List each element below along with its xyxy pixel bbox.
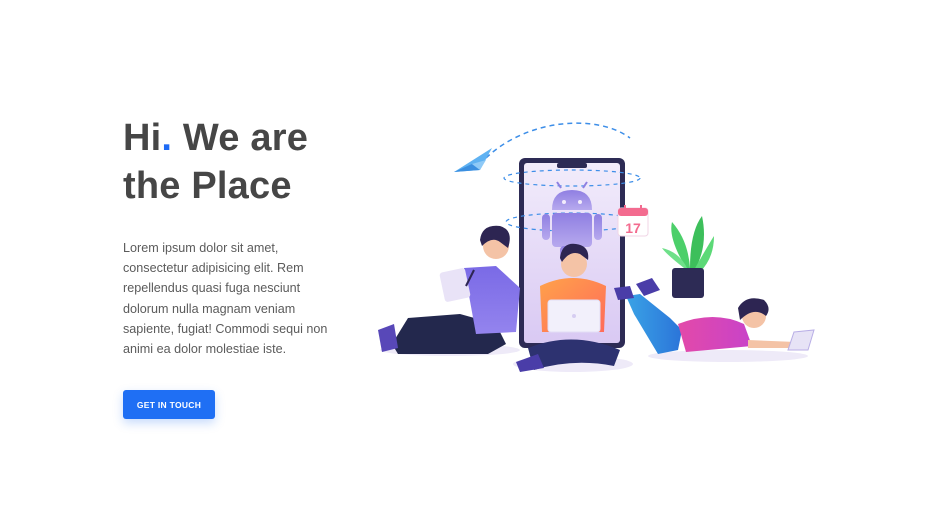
hero-title: Hi. We are the Place: [123, 114, 348, 210]
hero-illustration: 17: [368, 118, 820, 380]
get-in-touch-button[interactable]: GET IN TOUCH: [123, 390, 215, 419]
paper-plane-icon: [454, 148, 492, 172]
woman-lying-figure: [614, 278, 815, 362]
man-with-tablet-figure: [378, 225, 520, 356]
calendar-icon: 17: [617, 205, 649, 237]
illustration-svg: 17: [378, 122, 815, 372]
hero-title-line2: the Place: [123, 165, 292, 207]
hero-title-hi: Hi: [123, 117, 162, 159]
potted-plant-icon: [662, 216, 714, 298]
calendar-day-text: 17: [625, 220, 641, 236]
hero-title-dot: .: [161, 117, 173, 159]
hero-description: Lorem ipsum dolor sit amet, consectetur …: [123, 241, 328, 357]
hero-title-rest: We are: [172, 117, 309, 159]
hero-section: Hi. We are the Place Lorem ipsum dolor s…: [0, 0, 950, 505]
hero-copy: Hi. We are the Place Lorem ipsum dolor s…: [123, 114, 348, 359]
flight-path-line: [485, 122, 631, 159]
